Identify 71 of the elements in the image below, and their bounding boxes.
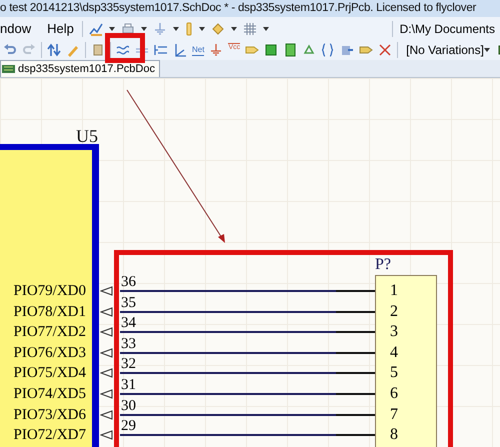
pin-name: PIO77/XD2	[12, 323, 86, 342]
board-icon	[2, 64, 15, 74]
pin-number: 7	[390, 406, 398, 424]
pin-number: 34	[121, 315, 136, 332]
pin-arrow-icon	[100, 286, 113, 296]
caret-icon[interactable]	[230, 26, 237, 30]
grid-icon[interactable]	[242, 22, 257, 36]
pin-number: 33	[121, 336, 136, 352]
pin-number: 29	[121, 418, 136, 434]
caret-icon[interactable]	[198, 26, 205, 30]
caret-icon	[484, 48, 490, 52]
pin-line	[336, 372, 375, 374]
net-label-button[interactable]: Net	[192, 44, 204, 56]
pin-line	[336, 434, 375, 436]
pin-line	[336, 310, 375, 313]
pin-name: PIO74/XD5	[12, 385, 86, 403]
ground-icon[interactable]	[209, 43, 224, 57]
pin-name: PIO76/XD3	[12, 344, 86, 362]
pin-name: PIO78/XD1	[12, 302, 86, 321]
pin-number: 31	[121, 377, 136, 393]
sheet-icon[interactable]	[283, 43, 298, 57]
close-icon[interactable]	[378, 43, 392, 57]
component-icon[interactable]	[184, 22, 193, 36]
pin-arrow-icon	[100, 430, 113, 440]
pin-arrow-icon	[100, 368, 113, 378]
pin-number: 36	[121, 274, 136, 290]
ground-icon[interactable]	[152, 22, 167, 36]
caret-icon[interactable]	[140, 26, 147, 30]
pin-number: 30	[121, 398, 136, 414]
undo-icon[interactable]	[3, 43, 17, 57]
menu-item[interactable]: ndow	[0, 18, 32, 38]
pin-number: 32	[121, 356, 136, 372]
diamond-icon[interactable]	[210, 22, 225, 36]
variants-dropdown[interactable]: [No Variations]	[403, 42, 493, 58]
pin-line	[336, 331, 375, 334]
pin-name: PIO72/XD7	[12, 426, 86, 444]
pin-arrow-icon	[100, 327, 113, 338]
caret-icon[interactable]	[262, 26, 269, 30]
wire-icon[interactable]	[116, 43, 130, 57]
pin-line	[336, 414, 375, 416]
harness-icon[interactable]	[154, 43, 168, 57]
pin-number: 8	[390, 426, 398, 444]
pin-number: 6	[390, 385, 398, 403]
pin-name: PIO79/XD0	[12, 282, 86, 300]
pin-line	[336, 393, 375, 395]
pin-number: 1	[390, 282, 398, 300]
brace-icon[interactable]	[321, 43, 336, 57]
window-title: o test 20141213\dsp335system1017.SchDoc * - dsp335system1017.PrjPcb. Licensed to flyclover	[0, 0, 500, 17]
pin-arrow-icon	[100, 348, 113, 358]
pin-name: PIO75/XD4	[12, 364, 86, 382]
menu-item[interactable]: Help	[47, 18, 74, 38]
pin-name: PIO73/XD6	[12, 406, 86, 424]
pin-arrow-icon	[100, 306, 113, 317]
sheet-icon[interactable]	[264, 43, 278, 57]
pin-line	[336, 352, 375, 354]
pin-number: 2	[390, 302, 398, 321]
highlight-frame	[105, 33, 145, 63]
pin-line	[336, 290, 375, 292]
pin-number: 35	[121, 294, 136, 311]
designator: U5	[76, 126, 98, 146]
chip-icon[interactable]	[91, 43, 105, 57]
document-tab[interactable]: dsp335system1017.PcbDoc	[0, 60, 160, 77]
pin-arrow-icon	[100, 410, 113, 420]
caret-icon[interactable]	[108, 26, 115, 30]
pin-arrow-icon	[100, 389, 113, 399]
caret-icon[interactable]	[172, 26, 179, 30]
pin-number: 5	[390, 364, 398, 382]
designator: P?	[375, 256, 391, 274]
up-down-arrows-icon[interactable]	[47, 43, 61, 57]
pin-number: 3	[390, 323, 398, 342]
pin-number: 4	[390, 344, 398, 362]
